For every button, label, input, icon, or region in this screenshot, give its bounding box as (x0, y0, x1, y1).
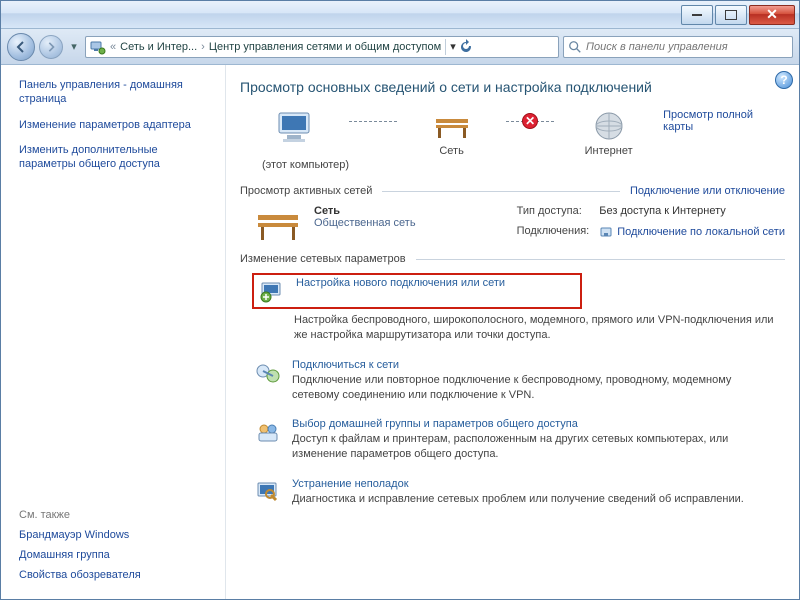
task-setup-new-connection[interactable]: Настройка нового подключения или сети (252, 273, 582, 309)
section-change-settings: Изменение сетевых параметров (240, 253, 785, 265)
nav-toolbar: ▾ « Сеть и Интер... › Центр управления с… (1, 29, 799, 65)
access-type-value: Без доступа к Интернету (599, 205, 785, 217)
sidebar-item-advanced-sharing[interactable]: Изменить дополнительные параметры общего… (19, 144, 211, 172)
globe-icon (589, 109, 629, 143)
troubleshoot-icon (254, 478, 282, 506)
breadcrumb-chevron: « (110, 41, 116, 53)
see-also-homegroup[interactable]: Домашняя группа (19, 549, 211, 561)
access-type-label: Тип доступа: (517, 205, 590, 217)
task-desc: Настройка беспроводного, широкополосного… (294, 313, 781, 343)
nav-history-dropdown[interactable]: ▾ (67, 40, 81, 53)
page-title: Просмотр основных сведений о сети и наст… (240, 79, 785, 95)
sidebar-see-also: См. также Брандмауэр Windows Домашняя гр… (19, 509, 211, 589)
view-full-map-link[interactable]: Просмотр полной карты (663, 109, 785, 133)
section-label: Просмотр активных сетей (240, 185, 372, 197)
task-title[interactable]: Устранение неполадок (292, 478, 744, 490)
task-desc: Подключение или повторное подключение к … (292, 373, 781, 403)
sidebar-item-adapter-settings[interactable]: Изменение параметров адаптера (19, 119, 211, 133)
see-also-header: См. также (19, 509, 211, 521)
homegroup-icon (254, 418, 282, 446)
arrow-left-icon (15, 41, 27, 53)
task-title[interactable]: Выбор домашней группы и параметров общег… (292, 418, 781, 430)
section-rule (416, 259, 785, 260)
section-rule (382, 191, 620, 192)
connection-link[interactable]: Подключение по локальной сети (617, 226, 785, 238)
connect-disconnect-link[interactable]: Подключение или отключение (630, 185, 785, 197)
address-bar[interactable]: « Сеть и Интер... › Центр управления сет… (85, 36, 559, 58)
section-label: Изменение сетевых параметров (240, 253, 406, 265)
minimize-button[interactable] (681, 5, 713, 25)
maximize-button[interactable] (715, 5, 747, 25)
search-box[interactable] (563, 36, 793, 58)
breadcrumb-chevron: › (201, 41, 205, 53)
see-also-windows-firewall[interactable]: Брандмауэр Windows (19, 529, 211, 541)
see-also-internet-options[interactable]: Свойства обозревателя (19, 569, 211, 581)
refresh-icon[interactable] (458, 39, 474, 55)
nav-back-button[interactable] (7, 33, 35, 61)
address-dropdown[interactable]: ▾ (450, 40, 456, 53)
active-network-details: Тип доступа: Без доступа к Интернету Под… (517, 205, 785, 245)
broken-x-icon: ✕ (522, 113, 538, 129)
sidebar-nav: Панель управления - домашняя страница Из… (19, 79, 211, 184)
close-button[interactable] (749, 5, 795, 25)
sidebar-item-control-panel-home[interactable]: Панель управления - домашняя страница (19, 79, 211, 107)
task-desc: Диагностика и исправление сетевых пробле… (292, 492, 744, 507)
bench-icon (430, 109, 474, 143)
netmap-link-line (349, 109, 397, 133)
netmap-internet: Интернет (554, 109, 663, 157)
netmap-this-pc (240, 109, 349, 147)
netmap-network: Сеть (397, 109, 506, 157)
computer-icon (273, 109, 317, 147)
section-active-networks: Просмотр активных сетей Подключение или … (240, 185, 785, 197)
netmap-internet-label: Интернет (585, 145, 633, 157)
connections-label: Подключения: (517, 225, 590, 237)
netmap-broken-link: ✕ (506, 109, 554, 133)
search-icon (568, 40, 582, 54)
titlebar (1, 1, 799, 29)
new-connection-icon (258, 277, 286, 305)
breadcrumb-segment[interactable]: Центр управления сетями и общим доступом (209, 41, 441, 53)
connect-network-icon (254, 359, 282, 387)
nav-forward-button[interactable] (39, 35, 63, 59)
breadcrumb-segment[interactable]: Сеть и Интер... (120, 41, 197, 53)
content-body: Панель управления - домашняя страница Из… (1, 65, 799, 599)
sidebar: Панель управления - домашняя страница Из… (1, 65, 226, 599)
task-homegroup-sharing[interactable]: Выбор домашней группы и параметров общег… (240, 412, 785, 472)
bench-icon (254, 205, 302, 245)
netmap-network-label: Сеть (439, 145, 463, 157)
this-computer-note: (этот компьютер) (262, 159, 785, 171)
task-title[interactable]: Подключиться к сети (292, 359, 781, 371)
task-connect-to-network[interactable]: Подключиться к сети Подключение или повт… (240, 353, 785, 413)
task-setup-new-connection-desc-row: Настройка беспроводного, широкополосного… (240, 313, 785, 353)
arrow-right-icon (46, 42, 56, 52)
task-title[interactable]: Настройка нового подключения или сети (296, 277, 505, 289)
help-icon[interactable]: ? (775, 71, 793, 89)
active-network-block: Сеть Общественная сеть Тип доступа: Без … (240, 205, 785, 245)
active-network-name: Сеть (314, 205, 416, 217)
active-network-type[interactable]: Общественная сеть (314, 217, 416, 229)
search-input[interactable] (586, 41, 788, 53)
network-map: Сеть ✕ Интернет Просмотр полной карты (240, 109, 785, 157)
main-panel: ? Просмотр основных сведений о сети и на… (226, 65, 799, 599)
task-desc: Доступ к файлам и принтерам, расположенн… (292, 432, 781, 462)
network-center-icon (90, 39, 106, 55)
explorer-window: ▾ « Сеть и Интер... › Центр управления с… (0, 0, 800, 600)
ethernet-icon (599, 225, 613, 239)
task-troubleshoot[interactable]: Устранение неполадок Диагностика и испра… (240, 472, 785, 517)
